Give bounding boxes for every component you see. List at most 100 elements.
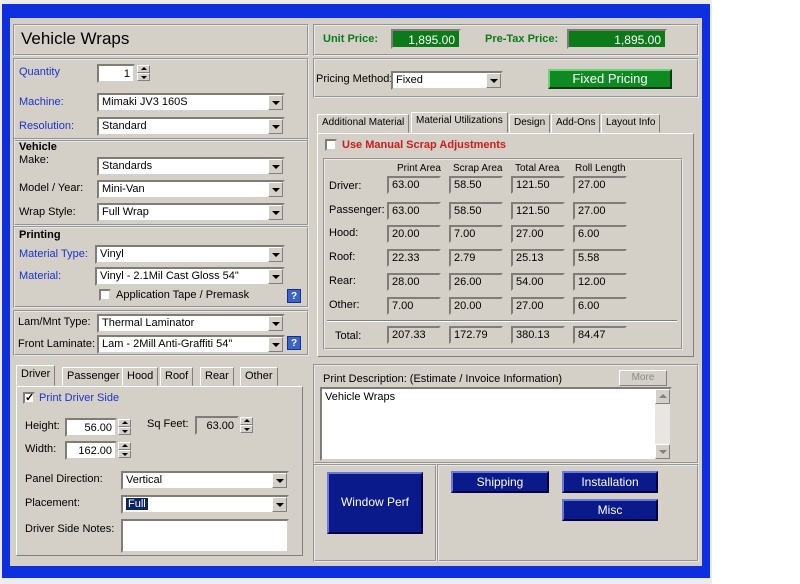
width-label: Width: (25, 443, 57, 455)
shipping-button[interactable]: Shipping (451, 471, 549, 493)
chevron-down-icon[interactable] (268, 119, 283, 134)
cell: 5.58 (573, 249, 627, 267)
cell: 28.00 (387, 273, 441, 291)
front-laminate-value: Lam - 2Mill Anti-Graffiti 54" (102, 338, 233, 350)
unit-price-label: Unit Price: (323, 33, 379, 45)
model-year-value: Mini-Van (102, 183, 145, 195)
front-laminate-select[interactable]: Lam - 2Mill Anti-Graffiti 54" (97, 335, 285, 354)
cell: 380.13 (511, 326, 565, 344)
width-input[interactable]: 162.00 (65, 441, 117, 460)
installation-button[interactable]: Installation (562, 471, 658, 493)
chevron-down-icon[interactable] (268, 95, 283, 110)
make-select[interactable]: Standards (97, 157, 285, 176)
wrap-style-select[interactable]: Full Wrap (97, 203, 285, 222)
model-year-label: Model / Year: (19, 182, 84, 194)
window-perf-button[interactable]: Window Perf (327, 472, 423, 534)
row-label: Roof: (329, 251, 356, 263)
chevron-down-icon[interactable] (272, 473, 287, 488)
height-input[interactable]: 56.00 (65, 418, 117, 437)
unit-price-value: 1,895.00 (391, 29, 461, 49)
material-type-label: Material Type: (19, 248, 88, 260)
chevron-down-icon[interactable] (486, 73, 501, 88)
resolution-select[interactable]: Standard (97, 117, 285, 136)
placement-select[interactable]: Full (121, 495, 289, 514)
cell: 20.00 (387, 225, 441, 243)
action-panel-left: Window Perf (313, 464, 437, 562)
tab-driver[interactable]: Driver (16, 365, 56, 386)
tab-layout-info[interactable]: Layout Info (601, 114, 661, 133)
chevron-down-icon[interactable] (268, 316, 283, 331)
description-textarea[interactable]: Vehicle Wraps (320, 387, 672, 461)
chevron-down-icon (659, 450, 667, 454)
tab-hood[interactable]: Hood (122, 367, 159, 386)
row-label: Hood: (329, 227, 359, 239)
tab-other[interactable]: Other (240, 367, 278, 386)
machine-select[interactable]: Mimaki JV3 160S (97, 93, 285, 112)
quantity-input[interactable]: 1 (97, 64, 135, 83)
lam-type-value: Thermal Laminator (102, 317, 195, 329)
material-type-select[interactable]: Vinyl (95, 245, 285, 264)
cell: 63.00 (387, 202, 441, 220)
panel-direction-select[interactable]: Vertical (121, 471, 289, 490)
tab-design[interactable]: Design (509, 114, 551, 133)
chevron-down-icon[interactable] (268, 269, 283, 284)
wrap-style-label: Wrap Style: (19, 206, 76, 218)
more-button[interactable]: More (619, 370, 667, 386)
tab-material-utilizations[interactable]: Material Utilizations (411, 112, 508, 133)
tab-passenger[interactable]: Passenger (62, 367, 125, 386)
help-icon[interactable]: ? (287, 289, 301, 303)
chevron-down-icon[interactable] (272, 497, 287, 512)
cell: 20.00 (449, 297, 503, 315)
app-tape-checkbox[interactable] (99, 289, 111, 301)
material-select[interactable]: Vinyl - 2.1Mil Cast Gloss 54" (95, 267, 285, 286)
chevron-down-icon[interactable] (268, 337, 283, 352)
pretax-price-label: Pre-Tax Price: (485, 33, 559, 45)
tab-roof[interactable]: Roof (160, 367, 194, 386)
tab-rear[interactable]: Rear (200, 367, 234, 386)
cell: 27.00 (511, 225, 565, 243)
col-header-roll-length: Roll Length (575, 163, 626, 174)
scroll-down-button[interactable] (655, 444, 670, 459)
chevron-down-icon[interactable] (268, 247, 283, 262)
chevron-down-icon[interactable] (268, 205, 283, 220)
pricing-method-value: Fixed (396, 74, 423, 86)
sqfeet-spinner[interactable] (240, 417, 253, 434)
cell: 27.00 (573, 202, 627, 220)
lam-type-select[interactable]: Thermal Laminator (97, 314, 285, 333)
manual-scrap-checkbox[interactable] (325, 139, 337, 151)
chevron-up-icon (659, 394, 667, 398)
title-panel: Vehicle Wraps (13, 24, 309, 56)
page-title: Vehicle Wraps (21, 29, 130, 48)
cell: 121.50 (511, 202, 565, 220)
pricing-method-select[interactable]: Fixed (391, 71, 503, 90)
misc-button[interactable]: Misc (562, 499, 658, 521)
print-driver-side-label: Print Driver Side (39, 392, 120, 404)
cell: 58.50 (449, 176, 503, 194)
scroll-up-button[interactable] (655, 389, 670, 404)
help-icon[interactable]: ? (287, 336, 301, 350)
printing-panel: Printing Material Type: Vinyl Material: … (13, 226, 309, 308)
model-year-select[interactable]: Mini-Van (97, 180, 285, 199)
quantity-spinner[interactable] (137, 65, 150, 82)
panel-direction-value: Vertical (126, 474, 163, 486)
cell: 121.50 (511, 176, 565, 194)
row-label: Rear: (329, 275, 356, 287)
height-spinner[interactable] (118, 419, 131, 436)
cell: 84.47 (573, 326, 627, 344)
action-panel-right: Shipping Installation Misc (437, 464, 699, 562)
chevron-down-icon[interactable] (268, 182, 283, 197)
tab-add-ons[interactable]: Add-Ons (551, 114, 601, 133)
driver-notes-input[interactable] (121, 519, 289, 553)
print-driver-side-checkbox[interactable] (23, 391, 35, 404)
col-header-scrap-area: Scrap Area (453, 163, 503, 174)
main-tabs: Additional Material Material Utilization… (317, 112, 697, 135)
description-scrollbar[interactable] (655, 389, 670, 459)
pricing-method-panel: Pricing Method: Fixed Fixed Pricing (313, 58, 699, 98)
resolution-value: Standard (102, 120, 147, 132)
fixed-pricing-button[interactable]: Fixed Pricing (548, 69, 672, 89)
tab-additional-material[interactable]: Additional Material (317, 114, 410, 133)
width-spinner[interactable] (118, 442, 131, 459)
description-panel: Print Description: (Estimate / Invoice I… (313, 364, 699, 464)
chevron-down-icon[interactable] (268, 159, 283, 174)
row-label: Driver: (329, 180, 362, 192)
